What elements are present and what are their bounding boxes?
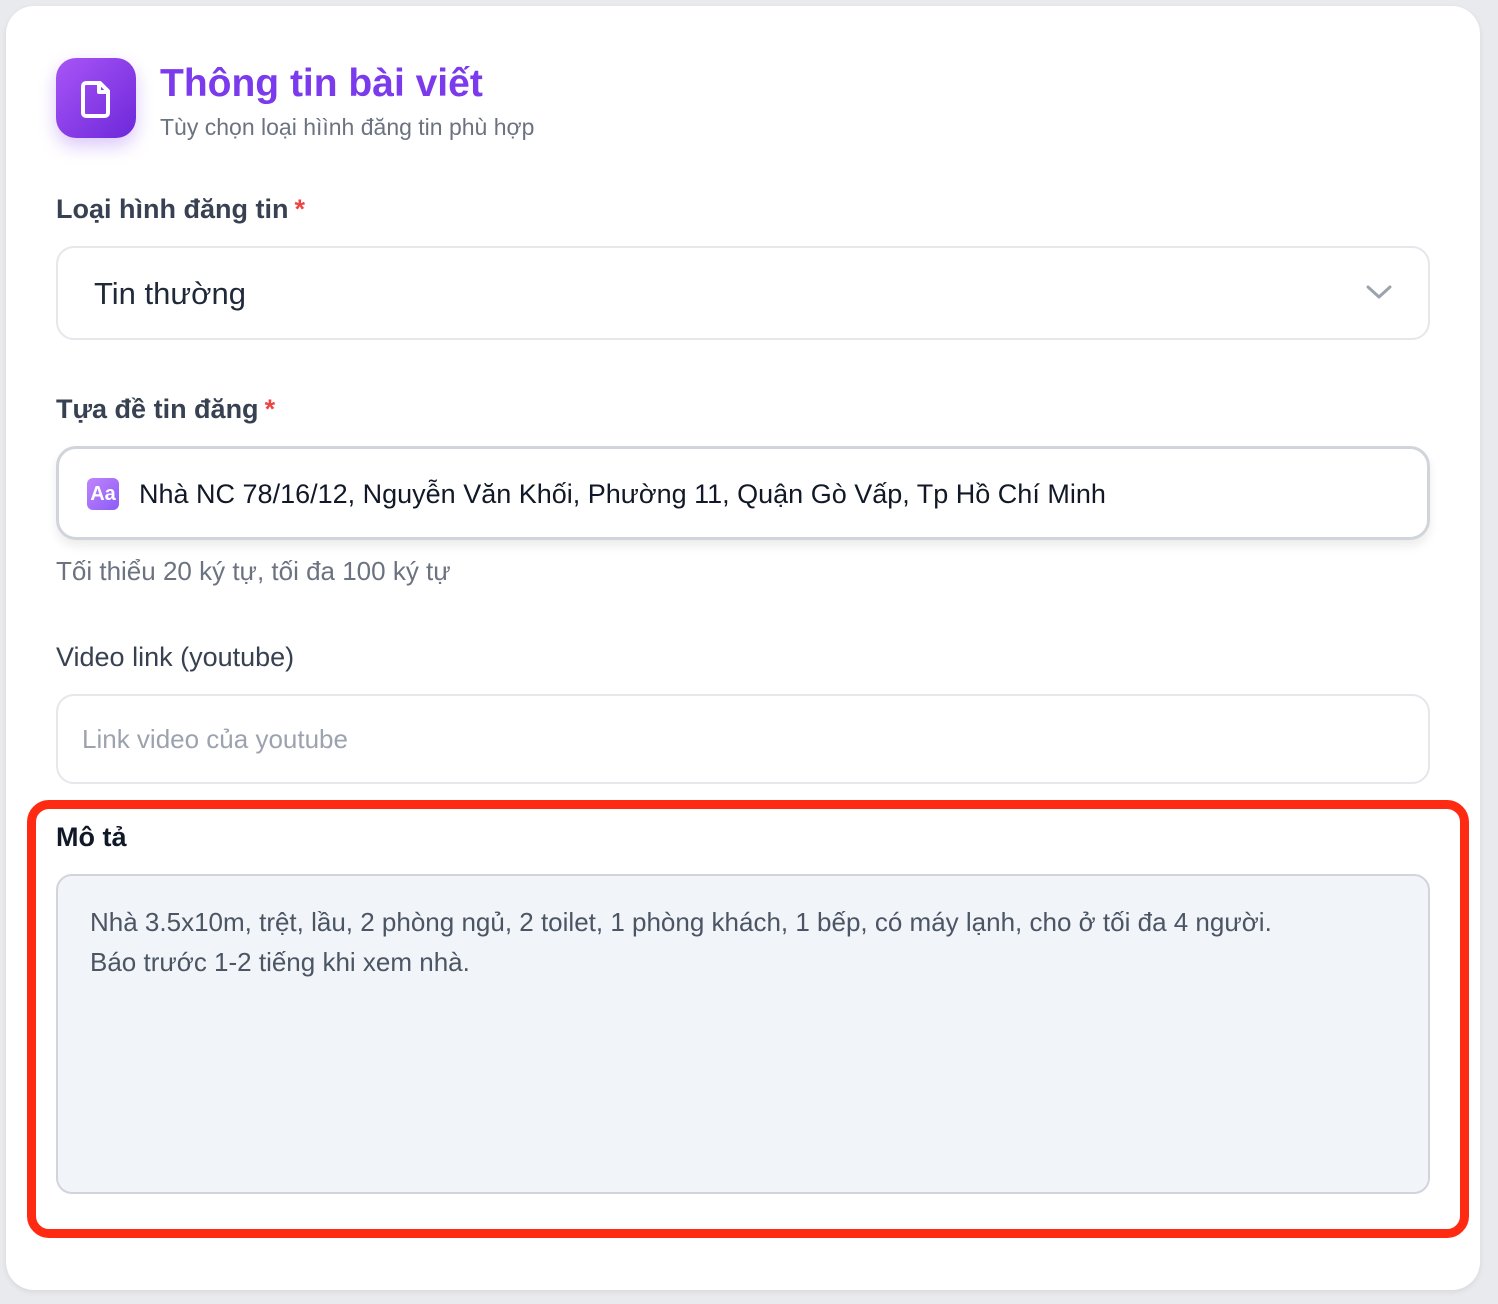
video-link-input[interactable] bbox=[56, 694, 1430, 784]
page-title: Thông tin bài viết bbox=[160, 62, 483, 105]
document-icon bbox=[81, 81, 110, 118]
header-badge bbox=[56, 58, 136, 138]
post-type-selected-value: Tin thường bbox=[94, 276, 246, 311]
post-title-label-text: Tựa đề tin đăng bbox=[56, 394, 259, 424]
description-label: Mô tả bbox=[56, 822, 127, 852]
post-title-value: Nhà NC 78/16/12, Nguyễn Văn Khối, Phường… bbox=[139, 479, 1106, 509]
page-subtitle: Tùy chọn loại hìình đăng tin phù hợp bbox=[160, 114, 535, 140]
post-type-select[interactable]: Tin thường bbox=[56, 246, 1430, 340]
post-title-hint: Tối thiểu 20 ký tự, tối đa 100 ký tự bbox=[56, 556, 451, 586]
video-link-label: Video link (youtube) bbox=[56, 642, 295, 672]
chevron-down-icon bbox=[1366, 285, 1392, 299]
description-textarea[interactable]: Nhà 3.5x10m, trệt, lầu, 2 phòng ngủ, 2 t… bbox=[56, 874, 1430, 1194]
post-type-label-text: Loại hình đăng tin bbox=[56, 194, 289, 224]
text-format-icon: Aa bbox=[87, 478, 119, 510]
required-marker: * bbox=[264, 394, 276, 424]
post-title-input[interactable]: Aa Nhà NC 78/16/12, Nguyễn Văn Khối, Phư… bbox=[56, 446, 1430, 540]
post-title-label: Tựa đề tin đăng * bbox=[56, 392, 275, 426]
description-line-1: Nhà 3.5x10m, trệt, lầu, 2 phòng ngủ, 2 t… bbox=[90, 907, 1272, 937]
post-info-card: Thông tin bài viết Tùy chọn loại hìình đ… bbox=[6, 6, 1480, 1290]
description-line-2: Báo trước 1-2 tiếng khi xem nhà. bbox=[90, 947, 470, 977]
post-type-label: Loại hình đăng tin * bbox=[56, 192, 305, 226]
required-marker: * bbox=[294, 194, 305, 224]
